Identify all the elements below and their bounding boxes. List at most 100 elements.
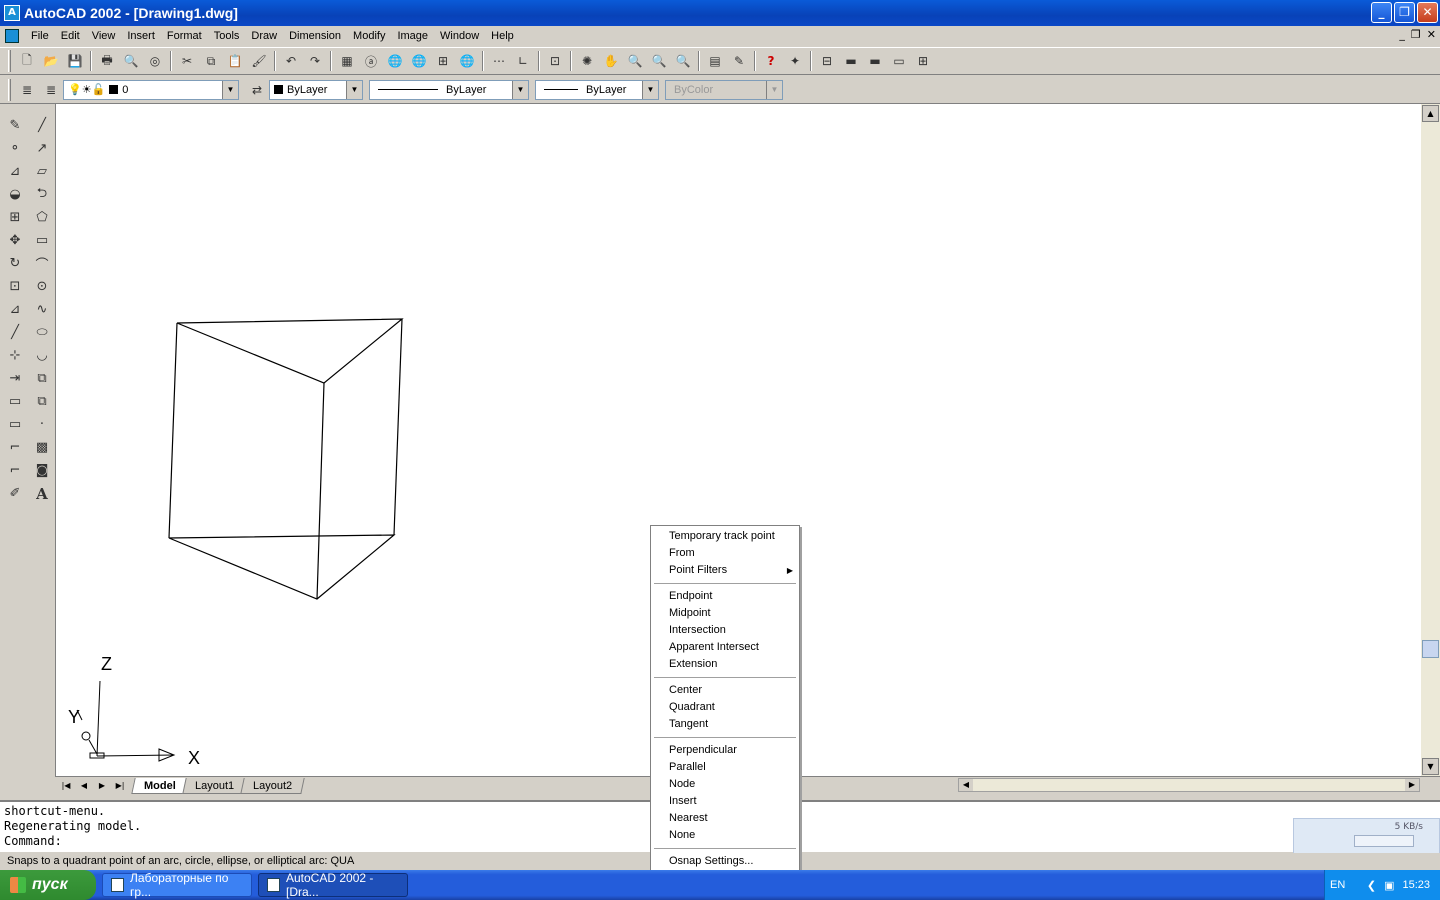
start-button[interactable]: пуск xyxy=(0,870,96,900)
linetype-dropdown[interactable]: ByLayer ▼ xyxy=(369,79,529,100)
multiline-text-icon[interactable]: A xyxy=(29,482,55,505)
chevron-down-icon[interactable]: ▼ xyxy=(642,80,658,99)
help-icon[interactable]: ? xyxy=(759,49,783,73)
zoom-window-icon[interactable]: 🔍 xyxy=(647,49,671,73)
doc-close-button[interactable]: ✕ xyxy=(1427,28,1436,41)
color-dropdown[interactable]: ByLayer ▼ xyxy=(269,79,363,100)
match-properties-icon[interactable]: 🖌 xyxy=(247,49,271,73)
lengthen-icon[interactable]: ╱ xyxy=(2,321,28,344)
menu-item-osnap-settings[interactable]: Osnap Settings... xyxy=(651,853,799,870)
undo-icon[interactable]: ↶ xyxy=(279,49,303,73)
taskbar-item-autocad[interactable]: AutoCAD 2002 - [Dra... xyxy=(258,871,408,899)
scroll-up-button[interactable]: ▲ xyxy=(1422,105,1439,122)
menu-window[interactable]: Window xyxy=(434,27,485,45)
tab-model[interactable]: Model xyxy=(131,777,189,794)
menu-format[interactable]: Format xyxy=(161,27,208,45)
ellipse-arc-icon[interactable]: ◡ xyxy=(29,344,55,367)
menu-item-insert[interactable]: Insert xyxy=(651,793,799,810)
layer-previous-icon[interactable]: ▬ xyxy=(863,49,887,73)
clock[interactable]: 15:23 xyxy=(1402,879,1430,891)
tool-palettes-icon[interactable]: ✎ xyxy=(727,49,751,73)
explode-icon[interactable]: ✐ xyxy=(2,482,28,505)
taskbar-item-word[interactable]: Лабораторные по гр... xyxy=(102,871,252,899)
menu-help[interactable]: Help xyxy=(485,27,520,45)
dimension-icon[interactable]: ⊟ xyxy=(815,49,839,73)
close-button[interactable]: ✕ xyxy=(1417,2,1438,23)
menu-item-temporary-track-point[interactable]: Temporary track point xyxy=(651,528,799,545)
menu-item-endpoint[interactable]: Endpoint xyxy=(651,588,799,605)
menu-item-none[interactable]: None xyxy=(651,827,799,844)
menu-dimension[interactable]: Dimension xyxy=(283,27,347,45)
menu-draw[interactable]: Draw xyxy=(245,27,283,45)
dbconnect-icon[interactable]: ⊞ xyxy=(431,49,455,73)
redo-icon[interactable]: ↷ xyxy=(303,49,327,73)
copy-icon[interactable]: ⧉ xyxy=(199,49,223,73)
print-icon[interactable]: 🖶 xyxy=(95,49,119,73)
chamfer-icon[interactable]: ⌐ xyxy=(2,436,28,459)
break-at-point-icon[interactable]: ▭ xyxy=(2,390,28,413)
hatch-icon[interactable]: ▩ xyxy=(29,436,55,459)
menu-item-extension[interactable]: Extension xyxy=(651,656,799,673)
menu-item-perpendicular[interactable]: Perpendicular xyxy=(651,742,799,759)
point-icon[interactable]: · xyxy=(29,413,55,436)
ellipse-icon[interactable]: ⬭ xyxy=(29,321,55,344)
zoom-previous-icon[interactable]: 🔍 xyxy=(671,49,695,73)
save-icon[interactable]: 💾 xyxy=(63,49,87,73)
menu-item-center[interactable]: Center xyxy=(651,682,799,699)
menu-item-midpoint[interactable]: Midpoint xyxy=(651,605,799,622)
network-tray-icon[interactable]: ▣ xyxy=(1384,879,1394,892)
trim-icon[interactable]: ⊹ xyxy=(2,344,28,367)
text-style-icon[interactable]: ▭ xyxy=(887,49,911,73)
web-icon[interactable]: 🌐 xyxy=(455,49,479,73)
menu-item-nearest[interactable]: Nearest xyxy=(651,810,799,827)
scroll-left-button[interactable]: ◀ xyxy=(959,779,973,791)
layer-dropdown[interactable]: 💡 ☀ 🔓 0 ▼ xyxy=(63,79,239,100)
erase-icon[interactable]: ✎ xyxy=(2,114,28,137)
network-slider[interactable] xyxy=(1354,835,1414,847)
menu-item-quadrant[interactable]: Quadrant xyxy=(651,699,799,716)
menu-item-point-filters[interactable]: Point Filters ▶ xyxy=(651,562,799,579)
ucs-icon[interactable]: ∟ xyxy=(511,49,535,73)
scale-icon[interactable]: ⊡ xyxy=(2,275,28,298)
xyz-filter-icon[interactable]: ⊞ xyxy=(911,49,935,73)
3d-orbit-icon[interactable]: ✺ xyxy=(575,49,599,73)
cut-icon[interactable]: ✂ xyxy=(175,49,199,73)
copy-object-icon[interactable]: ⚬ xyxy=(2,137,28,160)
minimize-button[interactable]: _ xyxy=(1371,2,1392,23)
rectangle-icon[interactable]: ▭ xyxy=(29,229,55,252)
restore-button[interactable]: ❐ xyxy=(1394,2,1415,23)
layer-icon[interactable]: ▬ xyxy=(839,49,863,73)
polygon-icon[interactable]: ⬠ xyxy=(29,206,55,229)
pan-icon[interactable]: ✋ xyxy=(599,49,623,73)
distance-icon[interactable]: ⋯ xyxy=(487,49,511,73)
prev-tab-button[interactable]: ◀ xyxy=(75,778,93,794)
menu-edit[interactable]: Edit xyxy=(55,27,86,45)
menu-tools[interactable]: Tools xyxy=(208,27,246,45)
doc-restore-button[interactable]: ❐ xyxy=(1411,28,1421,41)
rotate-icon[interactable]: ↻ xyxy=(2,252,28,275)
lineweight-dropdown[interactable]: ByLayer ▼ xyxy=(535,79,659,100)
menu-item-tangent[interactable]: Tangent xyxy=(651,716,799,733)
move-icon[interactable]: ✥ xyxy=(2,229,28,252)
polyline-icon[interactable]: ⮌ xyxy=(29,183,55,206)
menu-item-from[interactable]: From xyxy=(651,545,799,562)
mirror-icon[interactable]: ⊿ xyxy=(2,160,28,183)
menu-file[interactable]: File xyxy=(25,27,55,45)
menu-modify[interactable]: Modify xyxy=(347,27,391,45)
doc-minimize-button[interactable]: _ xyxy=(1399,28,1405,41)
horizontal-scrollbar[interactable]: ◀ ▶ xyxy=(958,778,1420,792)
toolbar-grip[interactable] xyxy=(8,78,11,101)
region-icon[interactable]: ◙ xyxy=(29,459,55,482)
extend-icon[interactable]: ⇥ xyxy=(2,367,28,390)
chevron-down-icon[interactable]: ▼ xyxy=(512,80,528,99)
layer-manager-icon[interactable]: ≣ xyxy=(15,78,39,102)
language-indicator[interactable]: EN xyxy=(1330,879,1345,891)
menu-item-node[interactable]: Node xyxy=(651,776,799,793)
whats-new-icon[interactable]: ✦ xyxy=(783,49,807,73)
tab-layout1[interactable]: Layout1 xyxy=(182,777,247,794)
print-preview-icon[interactable]: 🔍 xyxy=(119,49,143,73)
named-views-icon[interactable]: ⊡ xyxy=(543,49,567,73)
array-icon[interactable]: ⊞ xyxy=(2,206,28,229)
multiline-icon[interactable]: ▱ xyxy=(29,160,55,183)
last-tab-button[interactable]: ▶| xyxy=(111,778,129,794)
